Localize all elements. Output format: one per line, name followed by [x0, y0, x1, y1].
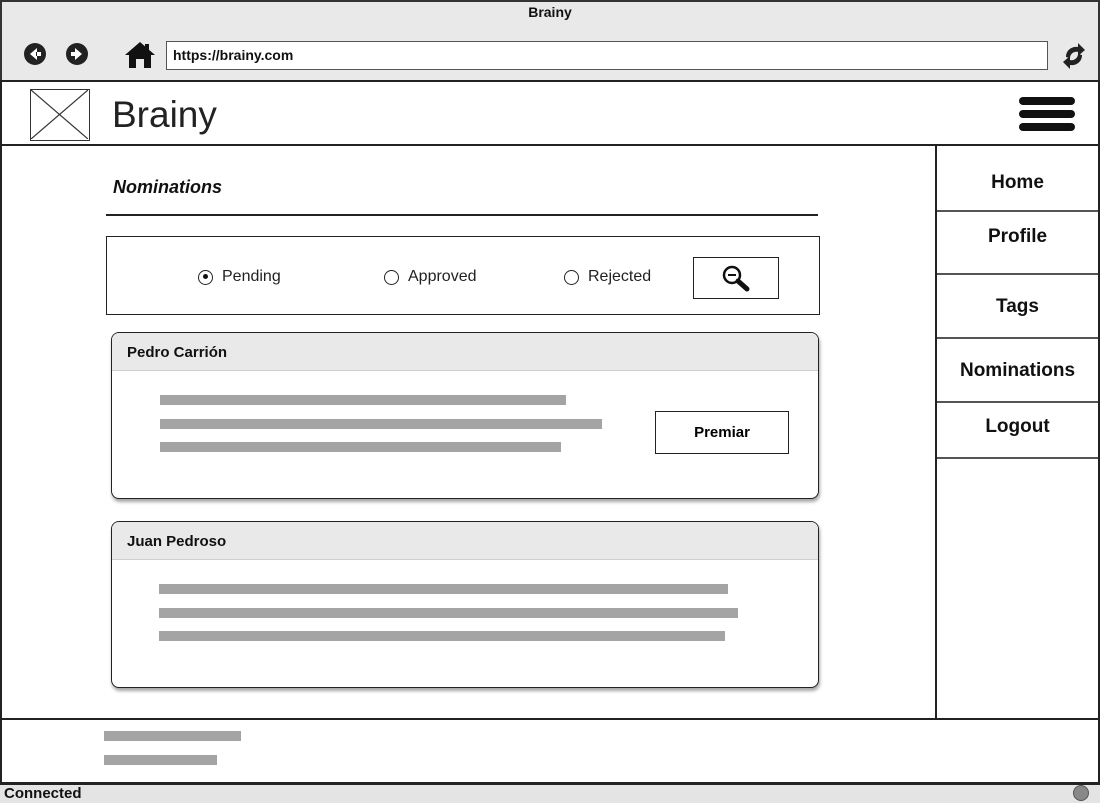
window-title: Brainy — [528, 4, 572, 20]
footer-placeholder-line — [104, 731, 241, 741]
filter-radio-approved[interactable]: Approved — [384, 268, 477, 286]
filter-radio-pending[interactable]: Pending — [198, 268, 281, 286]
brand-name: Brainy — [112, 94, 217, 135]
nomination-card: Juan Pedroso — [111, 521, 819, 688]
text-placeholder-line — [159, 584, 728, 594]
hamburger-menu-icon[interactable] — [1019, 97, 1075, 136]
search-button[interactable] — [693, 257, 779, 299]
sidebar-divider — [937, 337, 1098, 339]
image-placeholder-icon — [30, 89, 90, 141]
zoom-search-icon — [722, 265, 750, 292]
filter-label: Pending — [222, 268, 281, 285]
filter-radio-rejected[interactable]: Rejected — [564, 268, 651, 286]
status-bar — [0, 783, 1100, 803]
refresh-icon[interactable] — [1060, 41, 1088, 71]
radio-unselected-icon — [384, 269, 399, 285]
sidebar-item-profile[interactable]: Profile — [937, 226, 1098, 248]
filter-label: Approved — [408, 268, 477, 285]
address-bar[interactable]: https://brainy.com — [166, 41, 1048, 70]
nomination-name: Pedro Carrión — [112, 333, 818, 371]
sidebar-divider — [937, 457, 1098, 459]
text-placeholder-line — [159, 608, 738, 618]
sidebar-item-nominations[interactable]: Nominations — [937, 360, 1098, 382]
sidebar-divider — [937, 210, 1098, 212]
sidebar-divider — [937, 401, 1098, 403]
premiar-button[interactable]: Premiar — [655, 411, 789, 454]
filter-label: Rejected — [588, 268, 652, 285]
page-title: Nominations — [113, 177, 223, 197]
title-divider — [106, 214, 818, 216]
radio-selected-icon — [198, 269, 213, 285]
text-placeholder-line — [160, 419, 602, 429]
text-placeholder-line — [160, 442, 561, 452]
sidebar-divider — [937, 273, 1098, 275]
home-icon[interactable] — [124, 41, 156, 69]
connection-status: Connected — [4, 785, 82, 802]
page-footer — [0, 718, 1100, 784]
nomination-name: Juan Pedroso — [112, 522, 818, 560]
forward-icon[interactable] — [66, 43, 88, 65]
sidebar-item-tags[interactable]: Tags — [937, 296, 1098, 318]
sidebar-item-home[interactable]: Home — [937, 172, 1098, 194]
globe-icon — [1073, 785, 1089, 801]
radio-unselected-icon — [564, 269, 579, 285]
sidebar-item-logout[interactable]: Logout — [937, 416, 1098, 438]
text-placeholder-line — [159, 631, 725, 641]
text-placeholder-line — [160, 395, 566, 405]
footer-placeholder-line — [104, 755, 217, 765]
back-icon[interactable] — [24, 43, 46, 65]
